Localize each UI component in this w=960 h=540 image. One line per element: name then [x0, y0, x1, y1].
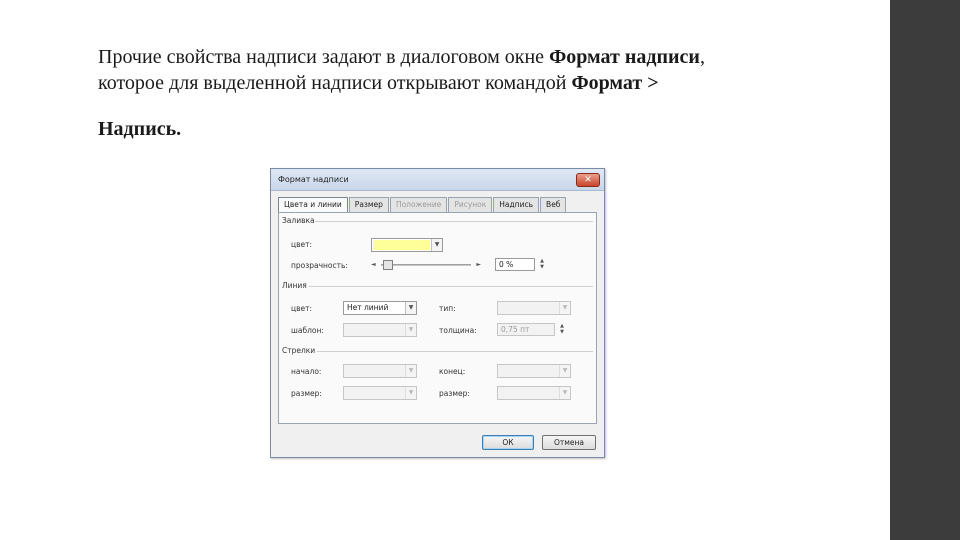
line-group-label: Линия: [282, 281, 307, 290]
dialog-title: Формат надписи: [278, 175, 349, 184]
text-bold-3: Надпись.: [98, 118, 182, 140]
arrows-group-label: Стрелки: [282, 346, 316, 355]
line-thickness-label: толщина:: [439, 326, 477, 335]
dropdown-arrow-icon: ▼: [431, 239, 442, 251]
text-bold-1: Формат надписи: [549, 46, 700, 68]
line-group-divider: [309, 286, 593, 287]
close-icon: ✕: [584, 175, 592, 185]
dropdown-arrow-icon: ▼: [559, 365, 570, 377]
slide-side-bar: [890, 0, 960, 540]
tab-strip: Цвета и линии Размер Положение Рисунок Н…: [278, 197, 567, 213]
transparency-value: 0 %: [499, 260, 514, 269]
close-button[interactable]: ✕: [576, 173, 600, 187]
spin-down-icon[interactable]: ▼: [536, 264, 548, 270]
fill-color-label: цвет:: [291, 240, 313, 249]
paragraph-2: Надпись.: [98, 116, 858, 142]
fill-group-label: Заливка: [282, 216, 315, 225]
transparency-spin[interactable]: ▲ ▼: [536, 258, 548, 271]
text-comma: ,: [699, 46, 705, 68]
paragraph-1: Прочие свойства надписи задают в диалого…: [98, 44, 858, 96]
arrow-end-size-label: размер:: [439, 389, 470, 398]
dropdown-arrow-icon: ▼: [405, 365, 416, 377]
dropdown-arrow-icon: ▼: [559, 302, 570, 314]
dialog-titlebar[interactable]: Формат надписи ✕: [271, 169, 604, 191]
arrow-end-size-select[interactable]: ▼: [497, 386, 571, 400]
text-plain-2: которое для выделенной надписи открывают…: [98, 72, 572, 94]
tab-size[interactable]: Размер: [348, 197, 389, 212]
text-plain-1: Прочие свойства надписи задают в диалого…: [98, 46, 550, 68]
tab-picture[interactable]: Рисунок: [448, 197, 493, 212]
arrows-group-divider: [317, 351, 593, 352]
dropdown-arrow-icon: ▼: [405, 324, 416, 336]
dropdown-arrow-icon: ▼: [405, 387, 416, 399]
dropdown-arrow-icon: ▼: [405, 302, 416, 314]
slider-left-icon[interactable]: ◄: [371, 261, 376, 268]
dropdown-arrow-icon: ▼: [559, 387, 570, 399]
text-bold-2: Формат >: [571, 72, 659, 94]
ok-button[interactable]: ОК: [482, 435, 534, 450]
arrow-end-select[interactable]: ▼: [497, 364, 571, 378]
transparency-label: прозрачность:: [291, 261, 348, 270]
tab-web[interactable]: Веб: [540, 197, 567, 212]
slider-line: [381, 264, 471, 266]
fill-color-swatch: [373, 240, 430, 250]
line-color-select[interactable]: Нет линий ▼: [343, 301, 417, 315]
format-textbox-dialog: Формат надписи ✕ Цвета и линии Размер По…: [270, 168, 605, 458]
arrow-start-size-select[interactable]: ▼: [343, 386, 417, 400]
line-pattern-label: шаблон:: [291, 326, 324, 335]
tab-colors-lines[interactable]: Цвета и линии: [278, 197, 348, 213]
slider-thumb[interactable]: [383, 260, 393, 270]
slider-right-icon[interactable]: ►: [476, 261, 481, 268]
slide-body-text: Прочие свойства надписи задают в диалого…: [98, 44, 858, 142]
line-color-value: Нет линий: [347, 303, 389, 312]
line-color-label: цвет:: [291, 304, 313, 313]
tab-textbox[interactable]: Надпись: [493, 197, 540, 212]
arrow-start-label: начало:: [291, 367, 322, 376]
arrow-start-size-label: размер:: [291, 389, 322, 398]
line-type-select[interactable]: ▼: [497, 301, 571, 315]
line-pattern-select[interactable]: ▼: [343, 323, 417, 337]
fill-group-divider: [315, 221, 593, 222]
tab-position[interactable]: Положение: [389, 197, 448, 212]
spin-down-icon[interactable]: ▼: [556, 329, 568, 335]
line-thickness-value: 0,75 пт: [501, 325, 530, 334]
line-thickness-input[interactable]: 0,75 пт ▲ ▼: [497, 323, 564, 336]
transparency-slider[interactable]: ◄ ►: [371, 260, 481, 270]
arrow-end-label: конец:: [439, 367, 466, 376]
transparency-input[interactable]: 0 % ▲ ▼: [495, 258, 544, 271]
thickness-spin[interactable]: ▲ ▼: [556, 323, 568, 336]
cancel-button[interactable]: Отмена: [542, 435, 596, 450]
line-type-label: тип:: [439, 304, 456, 313]
tab-panel-colors-lines: Заливка цвет: ▼ прозрачность: ◄ ► 0 % ▲ …: [278, 212, 597, 424]
fill-color-picker[interactable]: ▼: [371, 238, 443, 252]
arrow-start-select[interactable]: ▼: [343, 364, 417, 378]
